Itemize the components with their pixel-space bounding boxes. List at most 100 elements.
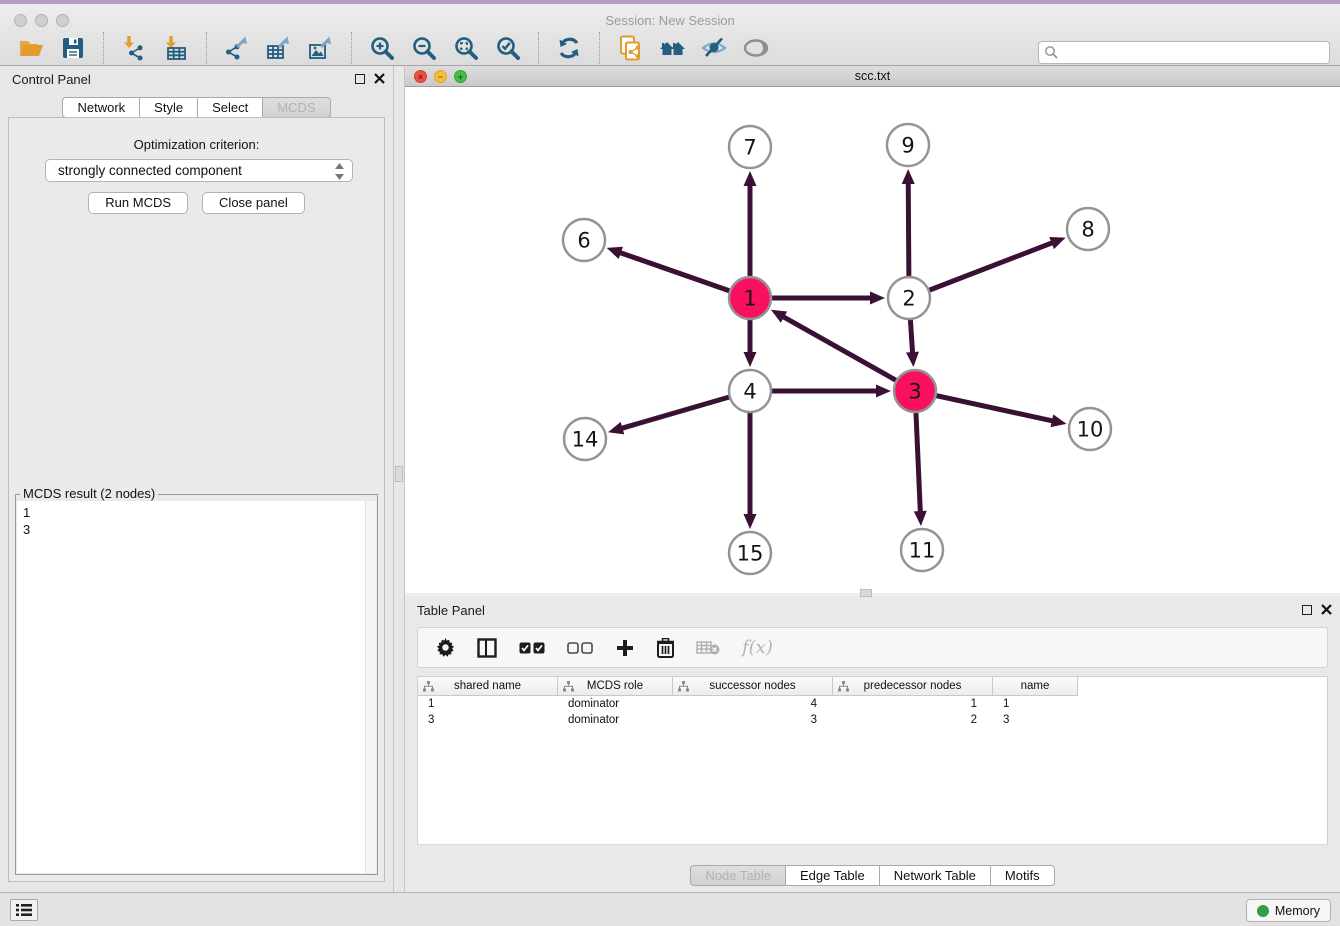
network-window-title: scc.txt <box>405 69 1340 83</box>
column-header-predecessor-nodes[interactable]: predecessor nodes <box>833 677 993 696</box>
close-panel-icon[interactable] <box>1321 604 1332 615</box>
table-cell: dominator <box>558 698 673 714</box>
edge-arrowhead <box>608 422 624 434</box>
toolbar-separator <box>103 32 104 64</box>
function-builder-icon[interactable]: f(x) <box>742 637 773 658</box>
delete-column-icon[interactable] <box>657 638 674 658</box>
tab-node-table[interactable]: Node Table <box>690 865 786 886</box>
status-bar: Memory <box>0 892 1340 926</box>
table-cell: dominator <box>558 714 673 730</box>
duplicate-network-icon[interactable] <box>615 33 645 63</box>
save-session-icon[interactable] <box>58 33 88 63</box>
show-details-icon[interactable] <box>741 33 771 63</box>
node-table: shared nameMCDS rolesuccessor nodesprede… <box>417 676 1328 845</box>
memory-button[interactable]: Memory <box>1246 899 1331 922</box>
memory-label: Memory <box>1275 904 1320 918</box>
tab-select[interactable]: Select <box>198 97 263 118</box>
graph-node-label: 6 <box>577 229 590 253</box>
control-panel: Control Panel NetworkStyleSelectMCDS Opt… <box>0 66 393 892</box>
select-all-icon[interactable] <box>519 642 545 654</box>
settings-icon[interactable] <box>436 638 455 657</box>
edge-arrowhead <box>607 247 623 259</box>
window-title: Session: New Session <box>0 13 1340 28</box>
column-header-name[interactable]: name <box>993 677 1078 696</box>
tab-network[interactable]: Network <box>62 97 140 118</box>
refresh-view-icon[interactable] <box>554 33 584 63</box>
table-row[interactable]: 1dominator411 <box>418 698 1078 714</box>
dropdown-selected-value: strongly connected component <box>58 163 242 178</box>
vertical-splitter[interactable] <box>393 66 405 892</box>
search-input[interactable] <box>1038 41 1330 64</box>
network-canvas[interactable]: 7968124314101511 <box>405 87 1340 593</box>
mcds-result-box: MCDS result (2 nodes) 1 3 <box>15 494 378 875</box>
float-panel-icon[interactable] <box>1302 605 1312 615</box>
optimization-criterion-select[interactable]: strongly connected component <box>45 159 353 182</box>
mcds-result-text[interactable]: 1 3 <box>17 501 376 873</box>
graph-node-label: 7 <box>743 136 756 160</box>
graph-node-label: 9 <box>901 134 914 158</box>
hide-details-icon[interactable] <box>699 33 729 63</box>
optimization-criterion-label: Optimization criterion: <box>9 137 384 152</box>
close-panel-icon[interactable] <box>374 73 385 84</box>
table-cell: 3 <box>993 714 1078 730</box>
edge-3-1[interactable] <box>782 316 915 391</box>
edge-arrowhead <box>744 514 757 529</box>
toolbar-separator <box>351 32 352 64</box>
zoom-selected-icon[interactable] <box>493 33 523 63</box>
add-column-icon[interactable] <box>615 638 635 658</box>
edge-arrowhead <box>870 292 885 305</box>
network-graph[interactable]: 7968124314101511 <box>405 87 1340 593</box>
export-table-icon[interactable] <box>264 33 294 63</box>
table-header-row: shared nameMCDS rolesuccessor nodesprede… <box>418 677 1078 696</box>
delete-table-icon[interactable] <box>696 640 720 655</box>
export-image-icon[interactable] <box>306 33 336 63</box>
splitter-grip[interactable] <box>395 466 403 482</box>
edge-2-8[interactable] <box>909 242 1053 298</box>
zoom-out-icon[interactable] <box>409 33 439 63</box>
deselect-all-icon[interactable] <box>567 642 593 654</box>
graph-node-label: 1 <box>743 287 756 311</box>
result-scrollbar[interactable] <box>365 501 376 873</box>
tab-mcds[interactable]: MCDS <box>263 97 330 118</box>
table-row[interactable]: 3dominator323 <box>418 714 1078 730</box>
task-history-button[interactable] <box>10 899 38 921</box>
column-header-shared-name[interactable]: shared name <box>418 677 558 696</box>
edge-arrowhead <box>876 385 891 398</box>
tab-network-table[interactable]: Network Table <box>880 865 991 886</box>
tab-motifs[interactable]: Motifs <box>991 865 1055 886</box>
open-file-icon[interactable] <box>16 33 46 63</box>
table-tabs: Node TableEdge TableNetwork TableMotifs <box>405 865 1340 886</box>
tab-style[interactable]: Style <box>140 97 198 118</box>
table-panel-title: Table Panel <box>417 603 485 618</box>
network-window-titlebar: × − + scc.txt <box>405 66 1340 87</box>
table-cell: 3 <box>418 714 558 730</box>
float-panel-icon[interactable] <box>355 74 365 84</box>
column-header-successor-nodes[interactable]: successor nodes <box>673 677 833 696</box>
graph-node-label: 8 <box>1081 218 1094 242</box>
zoom-in-icon[interactable] <box>367 33 397 63</box>
dropdown-stepper-icon <box>335 163 344 180</box>
application-window: Session: New Session Control Panel Netwo… <box>0 0 1340 926</box>
export-network-icon[interactable] <box>222 33 252 63</box>
mcds-panel: Optimization criterion: strongly connect… <box>8 117 385 882</box>
splitter-grip[interactable] <box>860 589 872 597</box>
import-table-icon[interactable] <box>161 33 191 63</box>
table-cell: 3 <box>673 714 833 730</box>
table-panel: Table Panel f(x) shared nameMCDS rolesuc… <box>405 597 1340 892</box>
graph-node-label: 10 <box>1077 418 1104 442</box>
edge-arrowhead <box>1049 237 1065 249</box>
close-panel-button[interactable]: Close panel <box>202 192 305 214</box>
zoom-fit-icon[interactable] <box>451 33 481 63</box>
edge-arrowhead <box>1051 414 1067 427</box>
memory-status-icon <box>1257 905 1269 917</box>
toolbar-separator <box>206 32 207 64</box>
graph-node-label: 14 <box>572 428 599 452</box>
split-view-icon[interactable] <box>477 638 497 658</box>
table-toolbar: f(x) <box>417 627 1328 668</box>
column-header-MCDS-role[interactable]: MCDS role <box>558 677 673 696</box>
home-icon[interactable] <box>657 33 687 63</box>
tab-edge-table[interactable]: Edge Table <box>786 865 880 886</box>
run-mcds-button[interactable]: Run MCDS <box>88 192 188 214</box>
import-network-icon[interactable] <box>119 33 149 63</box>
edge-arrowhead <box>914 511 927 526</box>
